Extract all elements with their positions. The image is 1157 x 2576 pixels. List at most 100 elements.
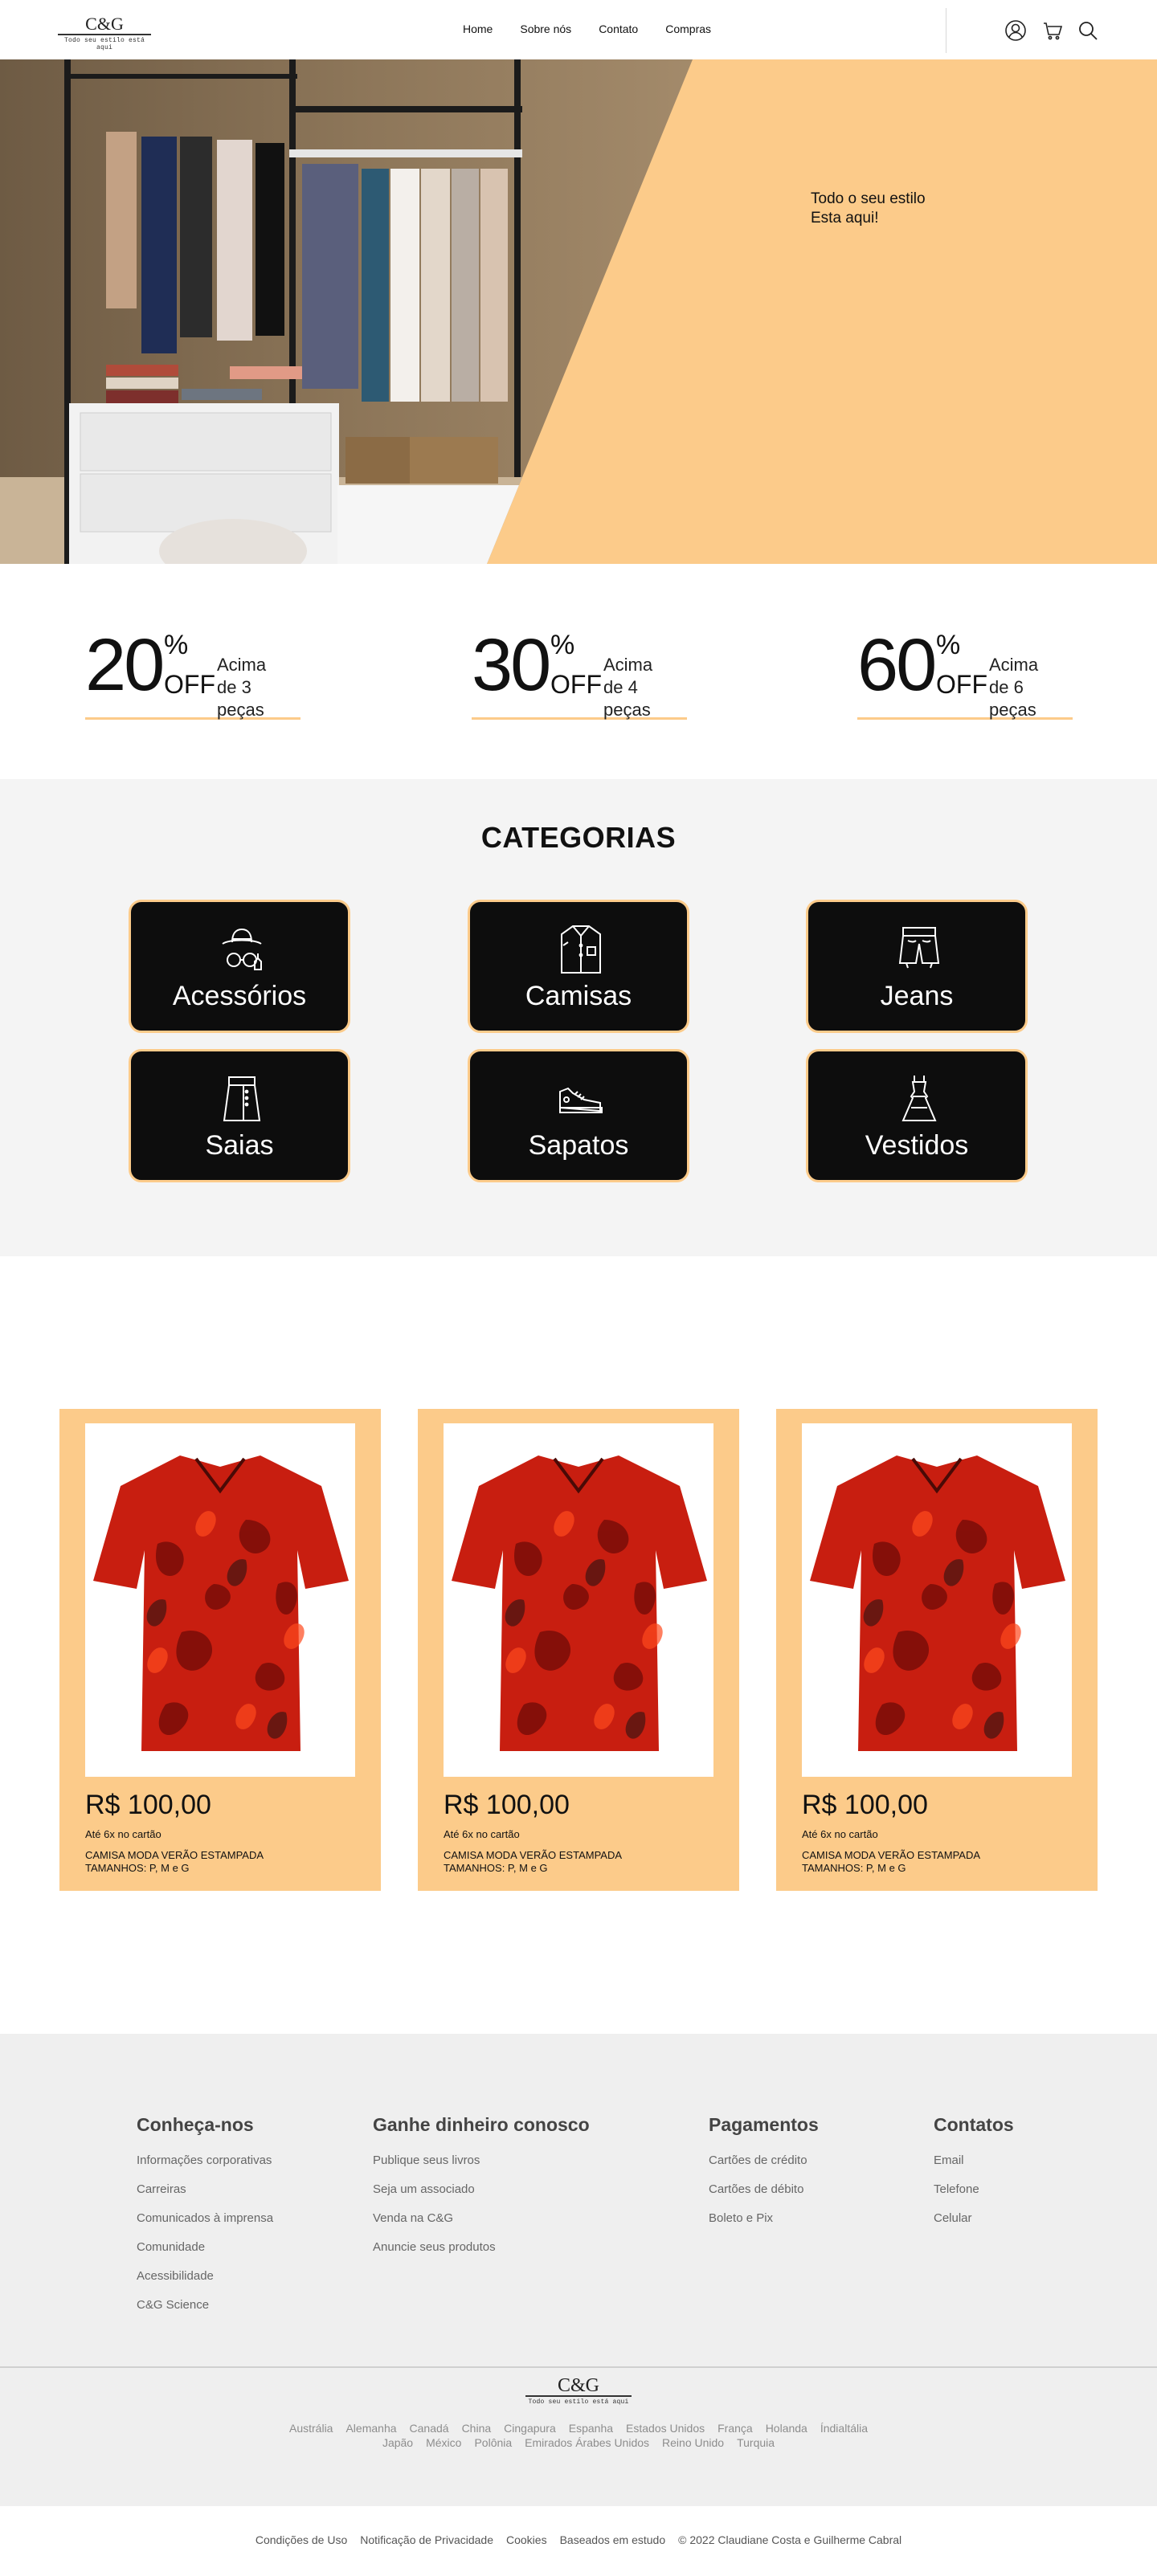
user-icon[interactable] (1004, 19, 1027, 42)
site-footer: Conheça-nos Informações corporativas Car… (0, 2034, 1157, 2506)
product-sizes: TAMANHOS: P, M e G (85, 1862, 190, 1874)
product-details: CAMISA MODA VERÃO ESTAMPADA TAMANHOS: P,… (444, 1849, 622, 1875)
product-sizes: TAMANHOS: P, M e G (444, 1862, 548, 1874)
footer-link[interactable]: Acessibilidade (137, 2269, 281, 2284)
hero-line-1: Todo o seu estilo (811, 190, 926, 207)
country-link[interactable]: Alemanha (345, 2421, 396, 2435)
footer-link[interactable]: Informações corporativas (137, 2153, 281, 2168)
country-link[interactable]: Polônia (474, 2435, 512, 2450)
footer-col-about: Conheça-nos Informações corporativas Car… (137, 2114, 281, 2327)
legal-link[interactable]: © 2022 Claudiane Costa e Guilherme Cabra… (678, 2533, 901, 2546)
country-link[interactable]: Emirados Árabes Unidos (525, 2435, 649, 2450)
nav-shop[interactable]: Compras (665, 22, 711, 35)
offer-percent: % (550, 630, 575, 660)
footer-link[interactable]: Telefone (934, 2182, 1078, 2197)
country-link[interactable]: França (718, 2421, 753, 2435)
country-link[interactable]: Japão (382, 2435, 413, 2450)
product-name: CAMISA MODA VERÃO ESTAMPADA (802, 1849, 981, 1861)
offer-percent: % (164, 630, 189, 660)
footer-link[interactable]: Comunicados à imprensa (137, 2211, 281, 2226)
footer-link[interactable]: Carreiras (137, 2182, 281, 2197)
dress-icon (895, 1072, 943, 1125)
footer-col-payments: Pagamentos Cartões de crédito Cartões de… (709, 2114, 885, 2240)
category-vestidos[interactable]: Vestidos (806, 1049, 1028, 1182)
footer-col-earn: Ganhe dinheiro conosco Publique seus liv… (373, 2114, 630, 2269)
nav-about[interactable]: Sobre nós (520, 22, 571, 35)
footer-link[interactable]: Boleto e Pix (709, 2211, 885, 2226)
product-image[interactable] (802, 1423, 1072, 1777)
footer-link[interactable]: Celular (934, 2211, 1078, 2226)
offer-number: 30 (472, 624, 551, 706)
offer-30[interactable]: 30 % OFF Acima de 4 peças (472, 628, 687, 720)
offer-desc-line-2: de 6 peças (989, 677, 1036, 720)
footer-col-contacts: Contatos Email Telefone Celular (934, 2114, 1078, 2240)
shorts-icon (895, 923, 943, 976)
country-link[interactable]: Canadá (410, 2421, 449, 2435)
category-acessorios[interactable]: Acessórios (129, 900, 350, 1033)
site-header: C&G Todo seu estilo está aqui Home Sobre… (0, 0, 1157, 59)
footer-link[interactable]: Cartões de débito (709, 2182, 885, 2197)
category-label: Camisas (525, 981, 632, 1011)
footer-link[interactable]: Email (934, 2153, 1078, 2168)
search-icon[interactable] (1077, 19, 1099, 42)
footer-link[interactable]: Cartões de crédito (709, 2153, 885, 2168)
country-link[interactable]: Índialtália (820, 2421, 868, 2435)
footer-col-title: Ganhe dinheiro conosco (373, 2114, 590, 2135)
country-link[interactable]: Espanha (569, 2421, 613, 2435)
legal-link[interactable]: Condições de Uso (256, 2533, 347, 2546)
footer-link[interactable]: Seja um associado (373, 2182, 630, 2197)
product-image[interactable] (85, 1423, 355, 1777)
footer-link[interactable]: Comunidade (137, 2240, 281, 2255)
offer-description: Acima de 4 peças (603, 654, 687, 721)
legal-link[interactable]: Notificação de Privacidade (360, 2533, 493, 2546)
footer-link[interactable]: Anuncie seus produtos (373, 2240, 630, 2255)
products-section: R$ 100,00 Até 6x no cartão CAMISA MODA V… (0, 1256, 1157, 2034)
category-label: Jeans (880, 981, 954, 1011)
hero-banner: Todo o seu estilo Esta aqui! (0, 59, 1157, 564)
category-sapatos[interactable]: Sapatos (468, 1049, 689, 1182)
country-link[interactable]: Estados Unidos (626, 2421, 705, 2435)
offer-desc-line-2: de 4 peças (603, 677, 651, 720)
category-saias[interactable]: Saias (129, 1049, 350, 1182)
categories-section: CATEGORIAS Acessórios Camisas Jeans Saia… (0, 779, 1157, 1256)
legal-links: Condições de Uso Notificação de Privacida… (0, 2533, 1157, 2546)
footer-link[interactable]: Publique seus livros (373, 2153, 630, 2168)
category-label: Sapatos (528, 1130, 629, 1161)
country-link[interactable]: Cingapura (504, 2421, 556, 2435)
brand-logo[interactable]: C&G Todo seu estilo está aqui (58, 14, 151, 51)
country-link[interactable]: China (462, 2421, 492, 2435)
country-link[interactable]: Reino Unido (662, 2435, 724, 2450)
legal-link[interactable]: Baseados em estudo (560, 2533, 666, 2546)
country-link[interactable]: México (426, 2435, 461, 2450)
product-price: R$ 100,00 (444, 1790, 570, 1820)
product-card[interactable]: R$ 100,00 Até 6x no cartão CAMISA MODA V… (776, 1409, 1098, 1891)
product-card[interactable]: R$ 100,00 Até 6x no cartão CAMISA MODA V… (59, 1409, 381, 1891)
brand-tagline: Todo seu estilo está aqui (528, 2398, 629, 2406)
nav-contact[interactable]: Contato (599, 22, 638, 35)
category-camisas[interactable]: Camisas (468, 900, 689, 1033)
country-link[interactable]: Austrália (289, 2421, 333, 2435)
legal-bar: Condições de Uso Notificação de Privacida… (0, 2506, 1157, 2576)
offer-number: 60 (857, 624, 937, 706)
offer-20[interactable]: 20 % OFF Acima de 3 peças (85, 628, 300, 720)
product-details: CAMISA MODA VERÃO ESTAMPADA TAMANHOS: P,… (802, 1849, 980, 1875)
country-link[interactable]: Holanda (766, 2421, 807, 2435)
footer-link[interactable]: Venda na C&G (373, 2211, 630, 2226)
product-name: CAMISA MODA VERÃO ESTAMPADA (444, 1849, 623, 1861)
country-link[interactable]: Turquia (737, 2435, 775, 2450)
product-installments: Até 6x no cartão (85, 1828, 161, 1840)
cart-icon[interactable] (1041, 19, 1064, 42)
product-card[interactable]: R$ 100,00 Até 6x no cartão CAMISA MODA V… (418, 1409, 739, 1891)
footer-logo[interactable]: C&G Todo seu estilo está aqui (525, 2376, 632, 2406)
product-price: R$ 100,00 (802, 1790, 928, 1820)
offer-60[interactable]: 60 % OFF Acima de 6 peças (857, 628, 1073, 720)
legal-link[interactable]: Cookies (506, 2533, 547, 2546)
hat-glasses-icon (218, 923, 266, 976)
hero-slogan: Todo o seu estilo Esta aqui! (811, 190, 926, 228)
product-image[interactable] (444, 1423, 713, 1777)
offer-description: Acima de 3 peças (217, 654, 300, 721)
offer-percent: % (936, 630, 961, 660)
nav-home[interactable]: Home (463, 22, 493, 35)
footer-link[interactable]: C&G Science (137, 2298, 281, 2313)
category-jeans[interactable]: Jeans (806, 900, 1028, 1033)
